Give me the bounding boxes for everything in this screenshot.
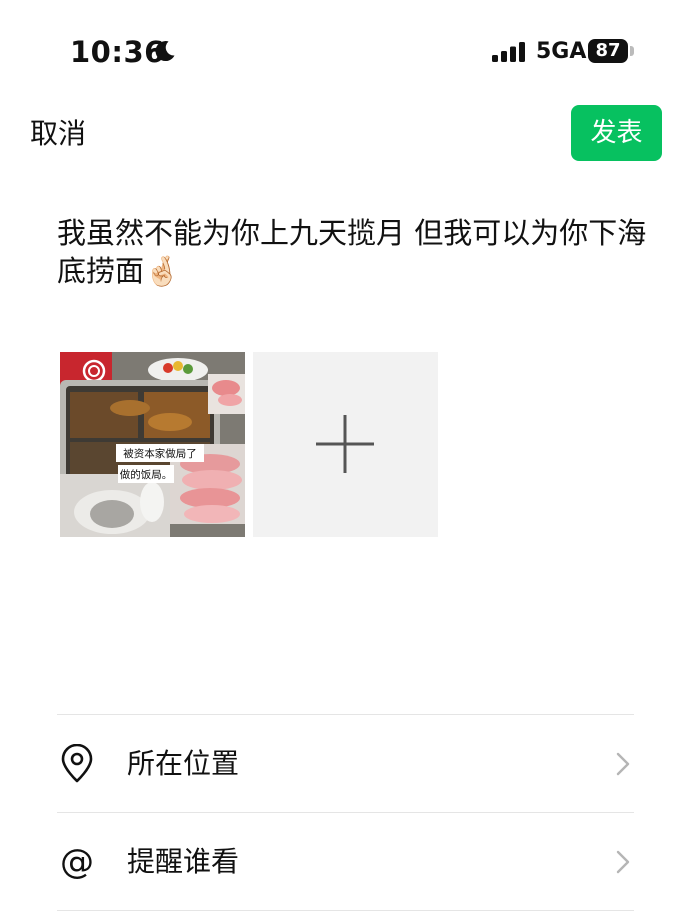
hotpot-photo: 被资本家做局了 做的饭局。 — [60, 352, 245, 537]
status-bar: 10:36 5GA 87 — [0, 0, 690, 100]
chevron-right-icon — [616, 850, 630, 874]
cellular-signal-icon — [492, 42, 525, 62]
divider — [57, 812, 634, 813]
publish-button[interactable]: 发表 — [571, 105, 662, 161]
battery-icon: 87 — [588, 39, 628, 63]
photo-caption-line1: 被资本家做局了 — [123, 447, 197, 460]
location-row[interactable]: 所在位置 — [57, 716, 634, 812]
location-pin-icon — [61, 744, 93, 783]
photo-caption-line2: 做的饭局。 — [120, 468, 173, 481]
chevron-right-icon — [616, 752, 630, 776]
network-type: 5GA — [536, 39, 587, 64]
photo-thumbnail[interactable]: 被资本家做局了 做的饭局。 — [60, 352, 245, 537]
status-time: 10:36 — [70, 35, 165, 69]
divider — [57, 714, 634, 715]
divider — [57, 910, 634, 911]
battery-cap — [630, 46, 634, 56]
mention-row[interactable]: @ 提醒谁看 — [57, 814, 634, 910]
add-photo-button[interactable] — [253, 352, 438, 537]
at-icon: @ — [60, 842, 94, 882]
mention-label: 提醒谁看 — [127, 845, 240, 878]
location-label: 所在位置 — [127, 747, 240, 780]
moon-icon — [155, 41, 175, 62]
post-text-input[interactable]: 我虽然不能为你上九天揽月 但我可以为你下海底捞面🤞🏻 — [57, 214, 647, 290]
plus-icon — [316, 415, 374, 473]
cancel-button[interactable]: 取消 — [30, 114, 86, 154]
